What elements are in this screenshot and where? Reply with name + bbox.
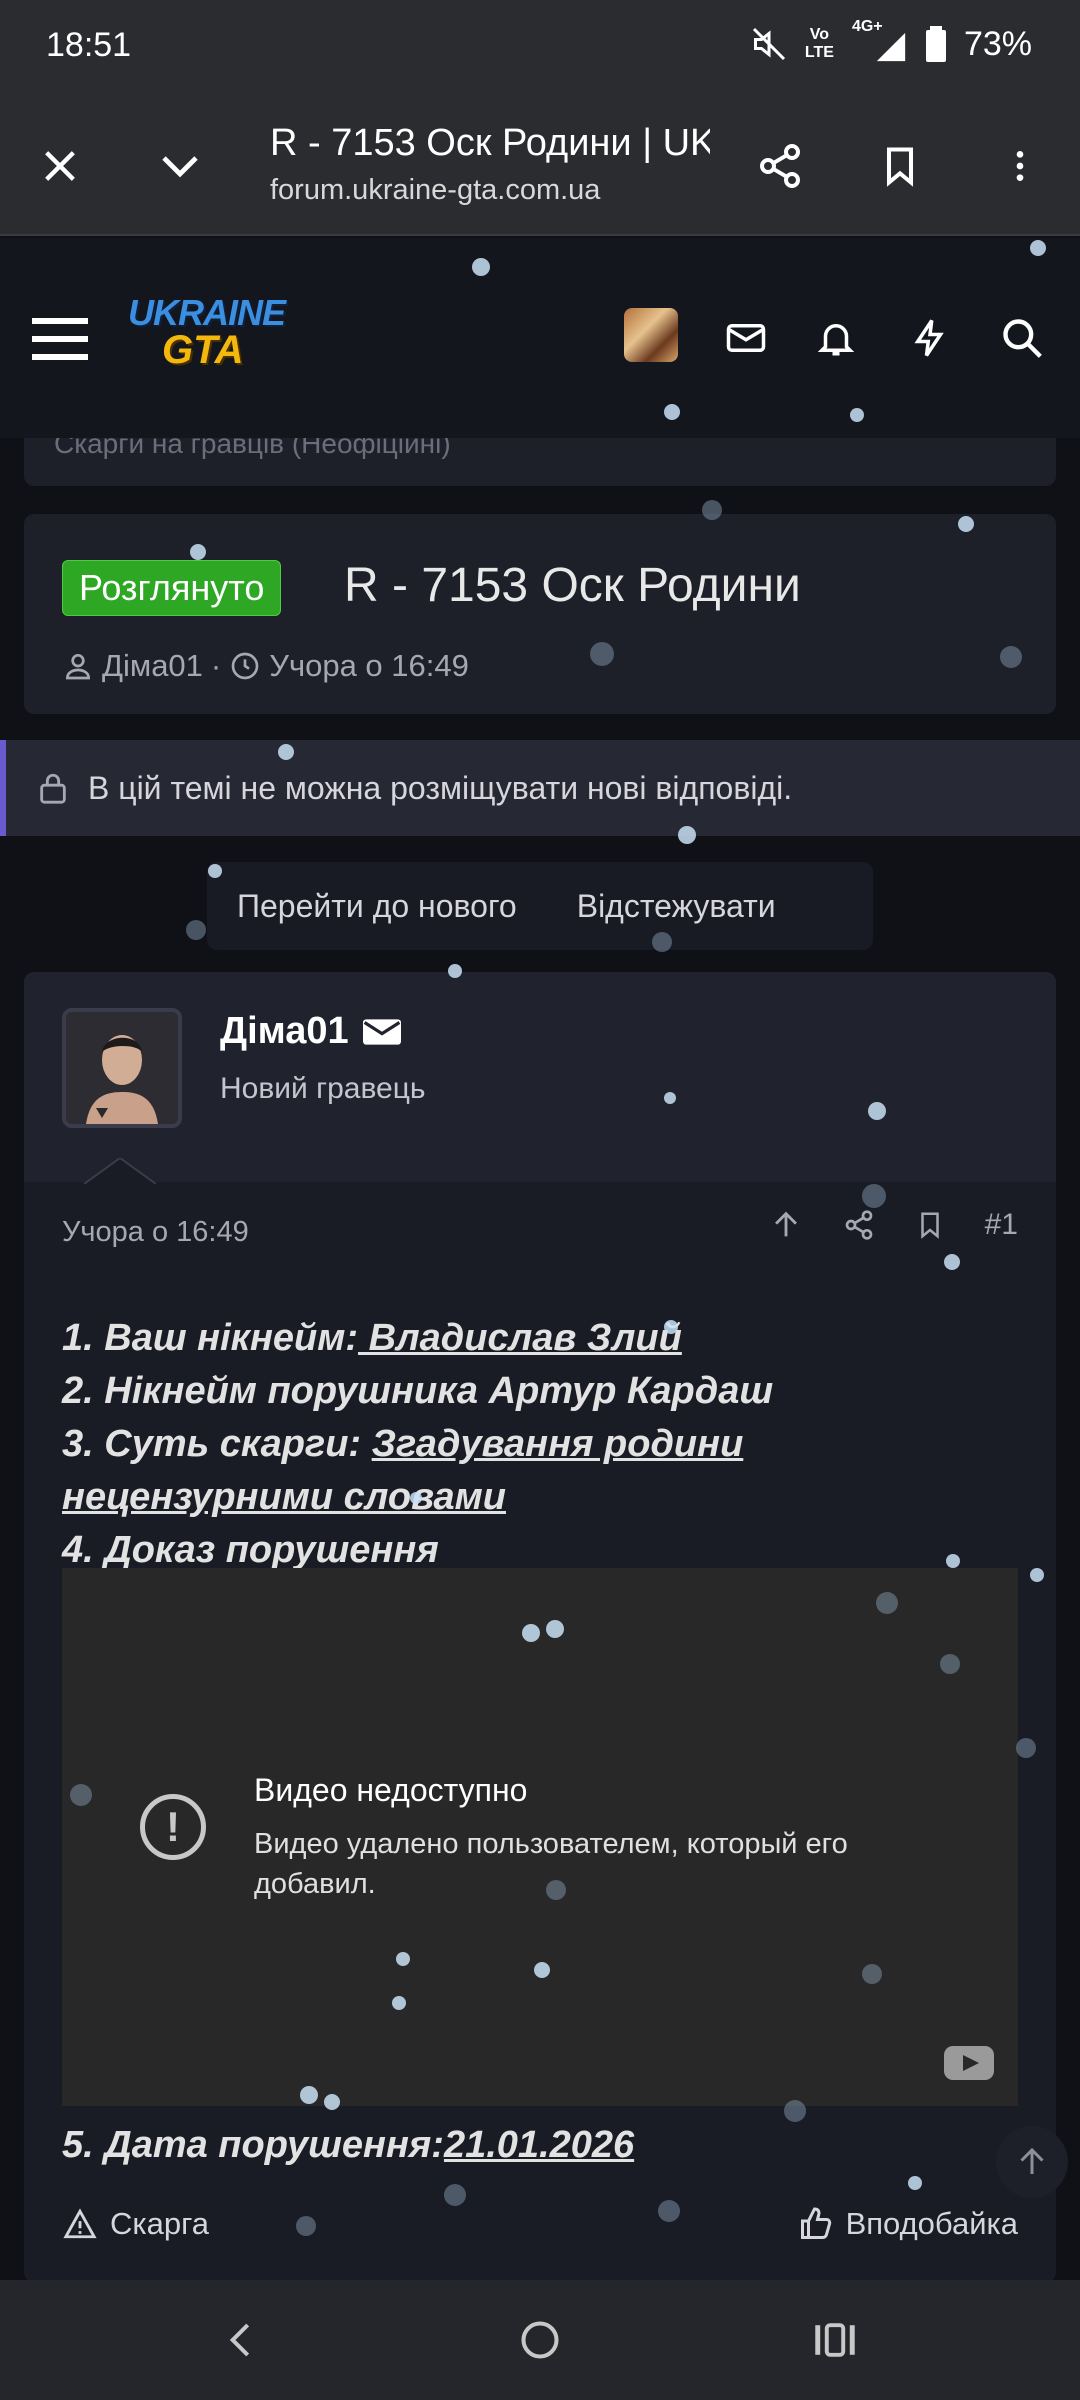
report-button[interactable]: Скарга [62,2206,209,2242]
post-author-avatar[interactable] [62,1008,182,1128]
post-author[interactable]: Діма01 [220,1010,401,1053]
status-badge: Розглянуто [62,560,282,616]
youtube-embed[interactable]: ! Видео недоступно Видео удалено пользов… [62,1568,1018,2106]
lock-icon [40,773,66,804]
user-icon [65,654,91,680]
video-error-title: Видео недоступно [254,1772,528,1808]
recents-icon [815,2323,855,2357]
system-nav-bar [0,2280,1080,2400]
post-header: Діма01 Новий гравець [24,972,1056,1184]
messages-button[interactable] [716,308,776,368]
mail-icon [726,324,766,352]
back-button[interactable] [206,2310,276,2370]
arrow-up-icon [1020,2147,1044,2174]
thread-title: R - 7153 Оск Родини [344,559,801,612]
meta-separator: · [210,648,222,683]
thread-actions: Перейти до нового Відстежувати [207,862,873,950]
post-date[interactable]: Учора о 16:49 [62,1216,249,1249]
page-url[interactable]: forum.ukraine-gta.com.ua [270,174,600,207]
thread-meta: Діма01 · Учора о 16:49 [62,648,469,684]
close-icon [45,151,75,181]
alert-icon: ! [140,1794,206,1860]
menu-button[interactable] [30,308,90,368]
thumbs-up-icon [800,2207,831,2239]
recents-button[interactable] [800,2310,870,2370]
share-button[interactable] [742,128,818,204]
thread-author[interactable]: Діма01 [102,648,203,684]
more-vertical-icon [1016,151,1024,181]
search-button[interactable] [992,308,1052,368]
user-avatar[interactable] [624,308,678,362]
post-body: 1. Ваш нікнейм: Владислав Злий 2. Нікней… [62,1312,1012,1577]
post-number[interactable]: #1 [985,1208,1018,1242]
home-button[interactable] [505,2310,575,2370]
post-tools: #1 [769,1208,1018,1242]
status-time: 18:51 [46,26,132,64]
close-tab-button[interactable] [22,128,98,204]
post: Діма01 Новий гравець Учора о 16:49 #1 1.… [24,972,1056,2280]
go-to-new-button[interactable]: Перейти до нового [237,888,517,925]
video-error-message: Видео удалено пользователем, который его… [254,1828,848,1900]
locked-notice: В цій темі не можна розміщувати нові від… [0,740,1080,836]
lightning-icon [914,319,944,357]
minimize-button[interactable] [142,128,218,204]
user-arrow-icon [84,1158,156,1184]
notifications-button[interactable] [806,308,866,368]
post-line-3: 3. Суть скарги: Згадування родини неценз… [62,1423,744,1518]
post-line-1: 1. Ваш нікнейм: Владислав Злий [62,1317,682,1359]
watch-button[interactable]: Відстежувати [577,888,776,925]
battery-icon [925,26,946,62]
status-icons: Vo LTE 4G+ 73% [751,18,1032,64]
forum-logo[interactable]: UKRAINE GTA [128,292,286,374]
avatar-portrait [66,1012,178,1124]
arrow-up-icon[interactable] [769,1208,803,1242]
author-role: Новий гравець [220,1072,426,1105]
chevron-down-icon [162,156,198,178]
browser-toolbar: R - 7153 Оск Родини | UKRAINE GTA forum.… [0,96,1080,236]
main-content: Скарги на гравців (Неофіційні) Розглянут… [0,438,1080,2280]
status-bar: 18:51 Vo LTE 4G+ 73% [0,0,1080,96]
page-title: R - 7153 Оск Родини | UKRAINE GTA [270,122,710,164]
signal-icon: 4G+ [852,18,908,64]
like-button[interactable]: Вподобайка [798,2206,1018,2242]
search-icon [1003,319,1042,358]
post-line-5: 5. Дата порушення:21.01.2026 [62,2124,635,2166]
clock-icon [231,652,259,680]
post-footer: Скарга Вподобайка [62,2206,1018,2242]
warning-icon [63,2208,97,2239]
bookmark-button[interactable] [862,128,938,204]
scroll-to-top-button[interactable] [996,2126,1068,2198]
home-icon [521,2321,559,2359]
volte-icon: Vo LTE [804,26,834,61]
youtube-icon[interactable] [944,2046,994,2080]
thread-header: Розглянуто R - 7153 Оск Родини Діма01 · … [24,514,1056,714]
back-icon [229,2323,250,2357]
mute-icon [752,27,785,61]
bookmark-icon[interactable] [915,1209,945,1241]
share-icon [760,144,800,188]
share-icon[interactable] [843,1209,875,1241]
bell-icon [817,324,855,356]
more-options-button[interactable] [982,128,1058,204]
post-line-2: 2. Нікнейм порушника Артур Кардаш [62,1370,774,1412]
envelope-icon [362,1018,401,1045]
whats-new-button[interactable] [900,308,960,368]
bookmark-icon [886,147,914,187]
breadcrumb[interactable]: Скарги на гравців (Неофіційні) [24,438,1056,486]
thread-date[interactable]: Учора о 16:49 [269,648,469,684]
battery-level: 73% [963,24,1032,63]
hamburger-icon [32,318,88,360]
